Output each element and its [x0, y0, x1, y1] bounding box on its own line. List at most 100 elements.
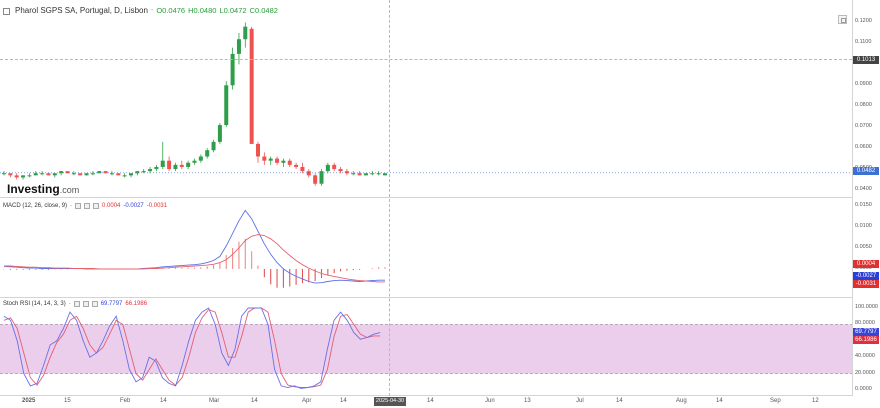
candle: [275, 156, 280, 165]
price-tick-1: 0.1100: [855, 39, 872, 46]
candle-body: [33, 173, 38, 176]
last-price-tag: 0.0482: [853, 167, 879, 175]
candle: [52, 173, 57, 178]
candle-body: [8, 173, 13, 176]
candle: [262, 152, 267, 165]
candle: [319, 169, 324, 186]
candle: [78, 173, 83, 176]
candle-body: [294, 164, 299, 167]
candle: [306, 169, 311, 178]
candle-body: [71, 173, 76, 175]
candle-body: [363, 173, 368, 176]
candle: [135, 171, 140, 176]
candle-body: [376, 173, 381, 175]
candle: [205, 148, 210, 159]
candle: [351, 171, 356, 176]
candle: [281, 158, 286, 167]
candle: [173, 162, 178, 172]
candle: [21, 175, 26, 180]
stoch-chart[interactable]: [0, 298, 852, 396]
candle-body: [109, 173, 114, 175]
candle: [84, 173, 89, 176]
candle-body: [59, 171, 64, 174]
candle-body: [383, 173, 387, 176]
overbought-oversold-band: [0, 324, 852, 374]
candle: [59, 171, 64, 176]
candle-body: [27, 175, 32, 177]
candle: [46, 173, 51, 176]
price-tick-3: 0.0900: [855, 81, 872, 88]
candle-body: [148, 169, 153, 172]
time-tick-5: 14: [251, 398, 258, 404]
candle-body: [116, 173, 121, 176]
price-tick-6: 0.0600: [855, 144, 872, 151]
time-tick-16: 12: [812, 398, 819, 404]
price-tick-5: 0.0700: [855, 123, 872, 130]
candle-body: [21, 175, 26, 178]
candle: [344, 169, 349, 176]
price-tick-8: 0.0400: [855, 186, 872, 192]
candle: [154, 164, 159, 172]
price-tick-0: 0.1200: [855, 18, 872, 25]
candle-body: [351, 173, 356, 175]
candle: [179, 160, 184, 170]
candle: [2, 171, 6, 176]
cursor-date: 2025-04-30: [374, 397, 406, 406]
candle-body: [268, 158, 273, 161]
stoch-tick-5: 0.0000: [855, 386, 872, 392]
time-tick-2: Feb: [120, 398, 131, 404]
time-tick-10: 13: [524, 398, 531, 404]
time-tick-12: 14: [616, 398, 623, 404]
candle: [14, 173, 19, 180]
time-tick-7: 14: [340, 398, 347, 404]
candle-body: [287, 160, 292, 165]
candle: [97, 171, 102, 174]
candle: [160, 141, 165, 170]
candle-body: [325, 164, 330, 172]
candle: [109, 171, 114, 176]
candle-body: [256, 143, 260, 157]
time-tick-14: 14: [716, 398, 723, 404]
candle-body: [179, 164, 184, 167]
candle-body: [249, 28, 254, 144]
candle: [313, 173, 318, 186]
marker-price-tag: 0.1013: [853, 56, 879, 64]
candle: [230, 47, 235, 90]
candle: [122, 173, 127, 178]
candle-body: [78, 173, 83, 176]
candle-body: [332, 164, 337, 170]
candle-body: [275, 158, 280, 163]
candle: [65, 171, 70, 174]
candle-body: [211, 141, 216, 151]
candle-body: [262, 156, 267, 161]
candle-body: [65, 171, 70, 174]
time-axis[interactable]: 2025 15 Feb 14 Mar 14 Apr 14 14 Jun 13 Jul 14 Aug 14 Se…: [0, 396, 880, 408]
macd-signal-tag: -0.0031: [853, 280, 879, 288]
candle-body: [46, 173, 51, 176]
candle-body: [40, 173, 45, 175]
candle: [376, 171, 381, 176]
candle: [211, 139, 216, 153]
time-tick-8: 14: [427, 398, 434, 404]
candle-body: [141, 171, 146, 173]
time-tick-13: Aug: [676, 398, 687, 404]
candle: [287, 158, 292, 167]
macd-tick-1: 0.0100: [855, 223, 872, 230]
candle-body: [90, 173, 95, 175]
macd-hist-tag: 0.0004: [853, 260, 879, 268]
stoch-axis[interactable]: [852, 298, 880, 396]
macd-tick-0: 0.0150: [855, 202, 872, 209]
time-tick-4: Mar: [209, 398, 220, 404]
candle-body: [338, 169, 343, 172]
candle-body: [319, 171, 324, 184]
price-chart[interactable]: [0, 0, 852, 198]
candle: [217, 122, 222, 144]
candle-body: [103, 171, 108, 174]
stoch-k-tag: 69.7797: [853, 328, 879, 336]
candle-body: [198, 156, 203, 161]
time-tick-15: Sep: [770, 398, 781, 404]
crosshair-horizontal: [0, 59, 852, 60]
stoch-d-tag: 66.1986: [853, 336, 879, 344]
stoch-tick-4: 20.0000: [855, 369, 875, 376]
macd-chart[interactable]: [0, 198, 852, 298]
